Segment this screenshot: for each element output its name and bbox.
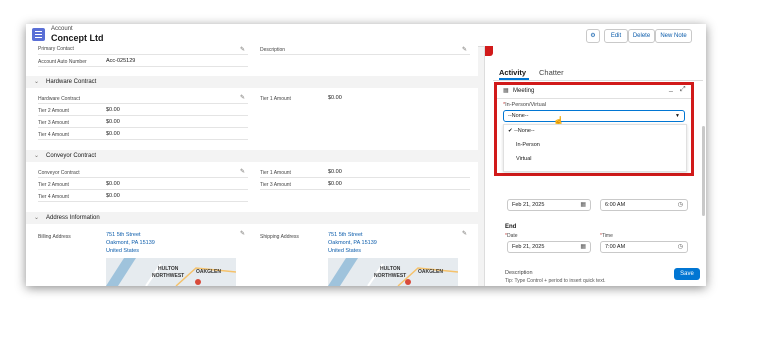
end-time-input[interactable]: 7:00 AM ◷ [600,241,688,253]
edit-pencil-icon[interactable]: ✎ [462,230,467,237]
option-in-person[interactable]: In-Person [516,142,540,148]
field-label: Tier 3 Amount [38,120,69,126]
chevron-down-icon: ⌄ [34,153,40,159]
activity-panel: Activity Chatter ▦ Meeting _ ⤢ *In-Perso… [484,46,706,286]
field-value: $0.00 [106,193,120,199]
expand-icon[interactable]: ⤢ [680,86,686,94]
chevron-down-icon: ▼ [675,113,680,119]
end-date-input[interactable]: Feb 21, 2025 ▦ [507,241,591,253]
field-value: $0.00 [328,181,342,187]
calendar-icon: ▦ [580,202,586,208]
field-label: Tier 3 Amount [260,182,291,188]
edit-pencil-icon[interactable]: ✎ [240,94,245,101]
shipping-map[interactable]: HULTON NORTHWEST OAKGLEN [328,258,458,286]
description-label: Description [505,270,533,276]
details-panel: Primary Contact ✎ Description ✎ Account … [26,46,478,286]
map-label: OAKGLEN [196,269,221,275]
meeting-composer-highlight: ▦ Meeting _ ⤢ *In-Person/Virtual --None-… [494,82,694,176]
record-title: Concept Ltd [51,33,104,43]
field-value: $0.00 [106,181,120,187]
field-label: Tier 2 Amount [38,182,69,188]
address-street-link[interactable]: 751 5th Street [328,232,363,238]
map-label: HULTON [380,266,401,272]
field-label: Tier 4 Amount [38,132,69,138]
calendar-icon: ▦ [503,88,509,94]
field-label: *Time [600,233,613,239]
field-label: Primary Contact [38,46,74,52]
field-value: $0.00 [328,95,342,101]
field-label: Tier 1 Amount [260,96,291,102]
app-window: Account Concept Ltd ⚙ Edit Delete New No… [26,24,706,286]
map-label: HULTON [158,266,179,272]
chevron-down-icon: ⌄ [34,79,40,85]
option-virtual[interactable]: Virtual [516,156,532,162]
edit-button[interactable]: Edit [604,29,628,43]
tab-activity[interactable]: Activity [499,68,526,77]
address-country-link[interactable]: United States [328,248,361,254]
clock-icon: ◷ [677,202,683,208]
field-value: $0.00 [106,131,120,137]
map-label: OAKGLEN [418,269,443,275]
address-city-link[interactable]: Oakmont, PA 15139 [328,240,377,246]
description-tip: Tip: Type Control + period to insert qui… [505,278,606,284]
select-dropdown: ✔ --None-- In-Person Virtual [503,124,687,172]
field-label: Tier 2 Amount [38,108,69,114]
address-country-link[interactable]: United States [106,248,139,254]
address-city-link[interactable]: Oakmont, PA 15139 [106,240,155,246]
map-label: NORTHWEST [152,273,185,279]
field-label: *In-Person/Virtual [503,102,547,108]
start-time-input[interactable]: 6:00 AM ◷ [600,199,688,211]
address-street-link[interactable]: 751 5th Street [106,232,141,238]
record-marker-icon [485,46,493,56]
minimize-icon[interactable]: _ [669,85,673,92]
record-header: Account Concept Ltd ⚙ Edit Delete New No… [26,24,706,47]
delete-button[interactable]: Delete [628,29,655,43]
section-header[interactable]: ⌄ Conveyor Contract [26,150,478,162]
edit-pencil-icon[interactable]: ✎ [462,46,467,53]
object-type-label: Account [51,26,73,32]
field-label: Description [260,47,286,53]
field-value: $0.00 [328,169,342,175]
composer-title: Meeting [513,88,535,94]
field-label: Shipping Address [260,234,299,240]
option-none[interactable]: ✔ --None-- [508,128,535,134]
select-value: --None-- [508,113,529,119]
field-value: $0.00 [106,107,120,113]
field-label: Account Auto Number [38,59,87,65]
chevron-down-icon: ⌄ [34,215,40,221]
field-label: Hardware Contract [38,96,80,102]
edit-pencil-icon[interactable]: ✎ [240,46,245,53]
calendar-icon: ▦ [580,244,586,250]
tab-chatter[interactable]: Chatter [539,68,564,77]
in-person-virtual-select[interactable]: --None-- ▼ [503,110,685,122]
new-note-button[interactable]: New Note [655,29,692,43]
field-label: Tier 4 Amount [38,194,69,200]
composer-header: ▦ Meeting _ ⤢ [497,85,691,99]
edit-pencil-icon[interactable]: ✎ [240,230,245,237]
save-button[interactable]: Save [674,268,700,280]
field-label: Billing Address [38,234,71,240]
edit-pencil-icon[interactable]: ✎ [240,168,245,175]
hierarchy-icon[interactable]: ⚙ [586,29,600,43]
end-section-label: End [505,224,517,230]
field-label: *Date [505,233,518,239]
section-header[interactable]: ⌄ Hardware Contract [26,76,478,88]
start-date-input[interactable]: Feb 21, 2025 ▦ [507,199,591,211]
clock-icon: ◷ [677,244,683,250]
field-label: Tier 1 Amount [260,170,291,176]
field-label: Conveyor Contract [38,170,80,176]
map-label: NORTHWEST [374,273,407,279]
field-value: $0.00 [106,119,120,125]
account-icon [32,28,45,41]
billing-map[interactable]: HULTON NORTHWEST OAKGLEN [106,258,236,286]
field-value: Acc-025129 [106,58,136,64]
scrollbar[interactable] [702,126,705,216]
section-header[interactable]: ⌄ Address Information [26,212,478,224]
